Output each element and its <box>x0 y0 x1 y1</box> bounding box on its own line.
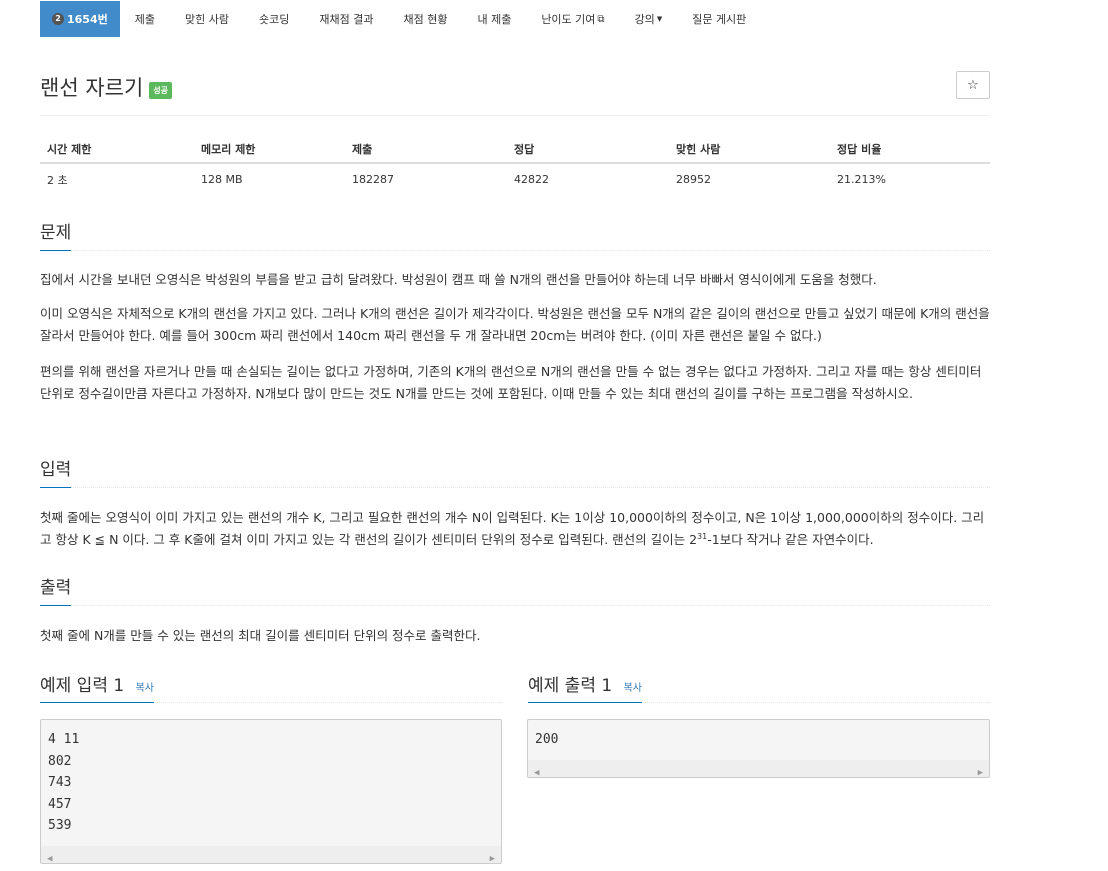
sample-input-line: 4 11 <box>48 732 80 747</box>
tier-badge-icon: 2 <box>52 13 64 25</box>
sample-input-header: 예제 입력 1 복사 <box>40 671 502 703</box>
sample-input-line: 802 <box>48 753 72 769</box>
scroll-left-icon[interactable]: ◀ <box>47 849 52 863</box>
caret-down-icon: ▼ <box>656 15 663 23</box>
sample-output-box[interactable]: 200 ◀ ▶ <box>527 719 990 778</box>
favorite-button[interactable]: ☆ <box>956 71 990 99</box>
problem-heading: 문제 <box>40 218 72 251</box>
col-memory-limit: 메모리 제한 <box>194 136 345 164</box>
submissions-value: 182287 <box>352 173 394 186</box>
nav-solvers[interactable]: 맞힌 사람 <box>170 1 244 37</box>
sample-output-scrollbar[interactable]: ◀ ▶ <box>528 760 989 777</box>
copy-sample-input-link[interactable]: 복사 <box>136 683 154 694</box>
scroll-right-icon[interactable]: ▶ <box>490 849 495 863</box>
copy-sample-output-link[interactable]: 복사 <box>624 683 642 694</box>
nav-lectures[interactable]: 강의 ▼ <box>620 1 678 37</box>
time-limit-value: 2 초 <box>47 173 68 187</box>
nav-submit[interactable]: 제출 <box>120 1 170 37</box>
col-submissions: 제출 <box>345 136 507 164</box>
col-ratio: 정답 비율 <box>830 136 990 164</box>
problem-paragraph-1: 집에서 시간을 보내던 오영식은 박성원의 부름을 받고 급히 달려왔다. 박성… <box>40 272 877 287</box>
output-heading: 출력 <box>40 573 72 606</box>
nav-qna-board[interactable]: 질문 게시판 <box>677 1 761 37</box>
nav-difficulty-label: 난이도 기여 <box>541 13 596 26</box>
problem-title: 랜선 자르기 <box>40 76 144 100</box>
nav-my-submissions[interactable]: 내 제출 <box>462 1 526 37</box>
solvers-value: 28952 <box>676 173 711 186</box>
page-title: 랜선 자르기 성공 <box>40 72 173 102</box>
input-section-header: 입력 <box>40 455 990 488</box>
nav-judge-status[interactable]: 채점 현황 <box>388 1 462 37</box>
status-badge: 성공 <box>149 81 173 99</box>
output-section-header: 출력 <box>40 573 990 606</box>
nav-rejudge-results[interactable]: 재채점 결과 <box>304 1 388 37</box>
input-heading: 입력 <box>40 455 72 488</box>
sample-input-line: 539 <box>48 818 72 833</box>
nav-problem-number[interactable]: 2 1654번 <box>40 1 120 37</box>
nav-lectures-label: 강의 <box>634 13 655 26</box>
input-text-end: -1보다 작거나 같은 자연수이다. <box>707 532 874 547</box>
nav-short-coding[interactable]: 숏코딩 <box>244 1 304 37</box>
problem-info-table: 시간 제한 메모리 제한 제출 정답 맞힌 사람 정답 비율 2 초 128 M… <box>40 136 990 195</box>
external-link-icon: ⧉ <box>597 13 605 25</box>
table-row: 2 초 128 MB 182287 42822 28952 21.213% <box>40 163 990 195</box>
sample-output-line: 200 <box>535 732 559 747</box>
col-solvers: 맞힌 사람 <box>669 136 830 164</box>
sample-input-box[interactable]: 4 11 802 743 457 539 ◀ ▶ <box>40 719 502 864</box>
sample-input-line: 743 <box>48 775 72 790</box>
sample-input-title: 예제 입력 1 복사 <box>40 671 154 703</box>
star-icon: ☆ <box>967 77 979 93</box>
col-time-limit: 시간 제한 <box>40 136 194 164</box>
sample-input-title-text: 예제 입력 1 <box>40 676 125 696</box>
sample-input-scrollbar[interactable]: ◀ ▶ <box>41 846 501 863</box>
scroll-left-icon[interactable]: ◀ <box>534 763 539 777</box>
input-description: 첫째 줄에는 오영식이 이미 가지고 있는 랜선의 개수 K, 그리고 필요한 … <box>40 507 990 551</box>
sample-output-title: 예제 출력 1 복사 <box>528 671 642 703</box>
memory-limit-value: 128 MB <box>201 173 243 186</box>
table-header-row: 시간 제한 메모리 제한 제출 정답 맞힌 사람 정답 비율 <box>40 136 990 164</box>
problem-paragraph-3: 편의를 위해 랜선을 자르거나 만들 때 손실되는 길이는 없다고 가정하며, … <box>40 364 982 401</box>
sample-output-header: 예제 출력 1 복사 <box>528 671 990 703</box>
output-description: 첫째 줄에 N개를 만들 수 있는 랜선의 최대 길이를 센티미터 단위의 정수… <box>40 628 481 643</box>
problem-paragraph-2: 이미 오영식은 자체적으로 K개의 랜선을 가지고 있다. 그러나 K개의 랜선… <box>40 306 990 343</box>
col-accepted: 정답 <box>507 136 669 164</box>
problem-section-header: 문제 <box>40 218 990 251</box>
nav-difficulty-contribution[interactable]: 난이도 기여 ⧉ <box>526 1 619 37</box>
title-row: 랜선 자르기 성공 ☆ <box>40 71 990 116</box>
sample-input-line: 457 <box>48 796 72 812</box>
problem-number-label: 1654번 <box>67 13 108 26</box>
sample-output-title-text: 예제 출력 1 <box>528 676 613 696</box>
input-text-exponent: 31 <box>697 531 708 541</box>
scroll-right-icon[interactable]: ▶ <box>978 763 983 777</box>
ratio-value: 21.213% <box>837 173 886 186</box>
problem-nav: 2 1654번 제출 맞힌 사람 숏코딩 재채점 결과 채점 현황 내 제출 난… <box>0 0 1108 38</box>
accepted-value: 42822 <box>514 173 549 186</box>
